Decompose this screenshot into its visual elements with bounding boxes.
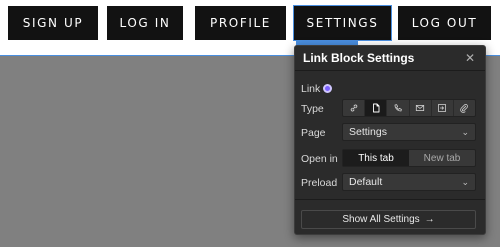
section-icon[interactable] xyxy=(432,100,454,116)
link-label: Link xyxy=(301,83,321,95)
email-icon[interactable] xyxy=(410,100,432,116)
open-in-toggle: This tab New tab xyxy=(342,149,476,167)
phone-icon[interactable] xyxy=(387,100,410,116)
chevron-down-icon: ⌄ xyxy=(461,127,469,137)
close-icon[interactable]: ✕ xyxy=(463,51,477,65)
url-link-icon[interactable] xyxy=(343,100,366,116)
sign-up-button[interactable]: SIGN UP xyxy=(8,6,98,40)
preload-select[interactable]: Default ⌄ xyxy=(342,173,476,191)
show-all-settings-button[interactable]: Show All Settings → xyxy=(301,210,476,229)
link-binding-indicator[interactable] xyxy=(323,84,332,93)
chevron-down-icon: ⌄ xyxy=(461,177,469,187)
link-block-settings-panel: Link Block Settings ✕ Link Type Page Set… xyxy=(294,45,486,235)
page-icon[interactable] xyxy=(365,100,388,116)
link-type-selector xyxy=(342,99,476,117)
new-tab-option[interactable]: New tab xyxy=(409,150,475,166)
this-tab-option[interactable]: This tab xyxy=(343,150,409,166)
preload-select-value: Default xyxy=(349,176,383,188)
page-select-value: Settings xyxy=(349,126,387,138)
preload-label: Preload xyxy=(301,177,338,189)
profile-button[interactable]: PROFILE xyxy=(195,6,286,40)
page-label: Page xyxy=(301,127,326,139)
open-in-label: Open in xyxy=(301,153,338,165)
arrow-right-icon: → xyxy=(424,214,435,225)
log-in-button[interactable]: LOG IN xyxy=(107,6,183,40)
panel-title: Link Block Settings xyxy=(303,51,415,65)
page-select[interactable]: Settings ⌄ xyxy=(342,123,476,141)
file-attachment-icon[interactable] xyxy=(454,100,475,116)
panel-header: Link Block Settings ✕ xyxy=(295,46,485,71)
show-all-settings-label: Show All Settings xyxy=(342,214,420,225)
divider xyxy=(295,199,485,200)
log-out-button[interactable]: LOG OUT xyxy=(398,6,491,40)
settings-button[interactable]: SETTINGS xyxy=(293,5,392,41)
type-label: Type xyxy=(301,103,324,115)
